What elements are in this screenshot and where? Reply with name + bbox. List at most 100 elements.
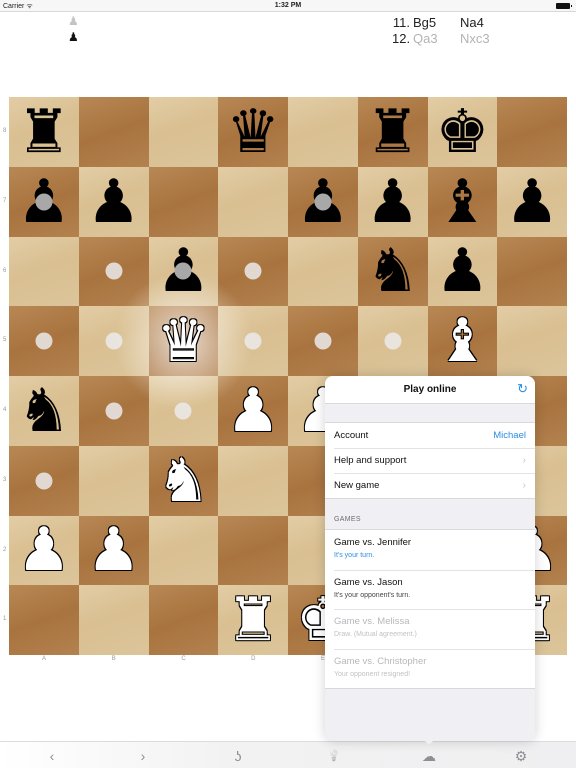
square-f6[interactable]: ♞ — [357, 236, 428, 307]
square-b2[interactable]: ♟ — [78, 515, 149, 586]
move-hint-dot[interactable] — [384, 332, 402, 350]
settings-gear-icon[interactable]: ⚙ — [509, 746, 533, 766]
square-c7[interactable] — [148, 166, 219, 237]
white-rook-icon[interactable]: ♜ — [226, 590, 280, 650]
square-d1[interactable]: ♜ — [218, 585, 288, 655]
black-pawn-icon[interactable]: ♟ — [366, 172, 420, 232]
square-c2[interactable] — [148, 515, 219, 586]
square-c1[interactable] — [148, 585, 219, 655]
square-e8[interactable] — [288, 97, 358, 167]
black-rook-icon[interactable]: ♜ — [17, 102, 71, 162]
square-e5[interactable] — [288, 306, 358, 376]
square-d5[interactable] — [218, 306, 288, 376]
square-c3[interactable]: ♞ — [148, 445, 219, 516]
black-pawn-icon[interactable]: ♟ — [435, 241, 489, 301]
move-hint-dot[interactable] — [314, 332, 332, 350]
white-pawn-icon[interactable]: ♟ — [87, 520, 141, 580]
square-b6[interactable] — [78, 236, 149, 307]
refresh-icon[interactable]: ↻ — [517, 382, 528, 396]
square-a2[interactable]: ♟ — [9, 515, 79, 586]
square-a5[interactable] — [9, 306, 79, 376]
move-hint-dot[interactable] — [314, 193, 332, 211]
black-king-icon[interactable]: ♚ — [435, 102, 489, 162]
square-a4[interactable]: ♞ — [9, 376, 79, 446]
square-b7[interactable]: ♟ — [78, 166, 149, 237]
square-d3[interactable] — [218, 445, 288, 516]
move-hint-dot[interactable] — [105, 262, 123, 280]
forward-icon[interactable]: › — [131, 746, 155, 766]
game-row-jason[interactable]: Game vs. Jason It's your opponent's turn… — [325, 569, 535, 610]
back-icon[interactable]: ‹ — [40, 746, 64, 766]
square-c8[interactable] — [148, 97, 219, 167]
move-hint-dot[interactable] — [244, 262, 262, 280]
account-row[interactable]: Account Michael — [325, 423, 535, 448]
square-a3[interactable] — [9, 445, 79, 516]
square-b1[interactable] — [78, 585, 149, 655]
square-d6[interactable] — [218, 236, 288, 307]
square-b3[interactable] — [78, 445, 149, 516]
move-hint-dot[interactable] — [174, 402, 192, 420]
white-knight-icon[interactable]: ♞ — [156, 451, 210, 511]
square-c6[interactable]: ♟ — [148, 236, 219, 307]
square-d4[interactable]: ♟ — [218, 376, 288, 446]
square-f7[interactable]: ♟ — [357, 166, 428, 237]
black-rook-icon[interactable]: ♜ — [366, 102, 420, 162]
move-hint-dot[interactable] — [35, 332, 53, 350]
square-c5[interactable]: ♛ — [108, 266, 258, 416]
square-b8[interactable] — [78, 97, 149, 167]
square-h7[interactable]: ♟ — [497, 166, 567, 237]
black-pawn-icon[interactable]: ♟ — [505, 172, 559, 232]
square-e6[interactable] — [288, 236, 358, 307]
move-hint-dot[interactable] — [105, 332, 123, 350]
move-row[interactable]: 12. Qa3 Nxc3 — [392, 31, 510, 47]
lightbulb-icon[interactable]: 💡 — [322, 746, 346, 766]
white-bishop-icon[interactable]: ♝ — [435, 311, 489, 371]
square-a8[interactable]: ♜ — [9, 97, 79, 167]
white-pawn-icon[interactable]: ♟ — [17, 520, 71, 580]
square-h5[interactable] — [497, 306, 567, 376]
square-g6[interactable]: ♟ — [427, 236, 498, 307]
move-hint-dot[interactable] — [35, 193, 53, 211]
move-row[interactable]: 11. Bg5 Na4 — [392, 15, 510, 31]
white-queen-icon[interactable]: ♛ — [156, 311, 210, 371]
square-g5[interactable]: ♝ — [427, 306, 498, 376]
move-hint-dot[interactable] — [174, 262, 192, 280]
black-bishop-icon[interactable]: ♝ — [435, 172, 489, 232]
square-h8[interactable] — [497, 97, 567, 167]
square-h6[interactable] — [497, 236, 567, 307]
game-row-jennifer[interactable]: Game vs. Jennifer It's your turn. — [325, 530, 535, 570]
game-row-christopher[interactable]: Game vs. Christopher Your opponent resig… — [325, 648, 535, 689]
move-hint-dot[interactable] — [105, 402, 123, 420]
move-hint-dot[interactable] — [35, 472, 53, 490]
game-row-melissa[interactable]: Game vs. Melissa Draw. (Mutual agreement… — [325, 609, 535, 649]
rank-label: 3 — [3, 476, 7, 483]
square-b4[interactable] — [78, 376, 149, 446]
square-a6[interactable] — [9, 236, 79, 307]
white-pawn-icon[interactable]: ♟ — [226, 381, 280, 441]
square-a1[interactable] — [9, 585, 79, 655]
rank-label: 1 — [3, 616, 7, 623]
account-label: Account — [334, 430, 369, 441]
square-g8[interactable]: ♚ — [427, 97, 498, 167]
square-a7[interactable]: ♟ — [9, 166, 79, 237]
square-e7[interactable]: ♟ — [288, 166, 358, 237]
black-pawn-icon[interactable]: ♟ — [87, 172, 141, 232]
cloud-icon[interactable]: ☁ — [417, 746, 441, 766]
black-queen-icon[interactable]: ♛ — [226, 102, 280, 162]
square-f8[interactable]: ♜ — [357, 97, 428, 167]
square-f5[interactable] — [357, 306, 428, 376]
square-b5[interactable] — [78, 306, 149, 376]
new-game-row[interactable]: New game › — [325, 473, 535, 498]
black-knight-icon[interactable]: ♞ — [366, 241, 420, 301]
games-section-header: GAMES — [334, 516, 361, 523]
square-c4[interactable] — [148, 376, 219, 446]
move-hint-dot[interactable] — [244, 332, 262, 350]
square-d8[interactable]: ♛ — [218, 97, 288, 167]
black-knight-icon[interactable]: ♞ — [17, 381, 71, 441]
game-title: Game vs. Jason — [334, 576, 403, 588]
square-d7[interactable] — [218, 166, 288, 237]
square-g7[interactable]: ♝ — [427, 166, 498, 237]
ear-icon[interactable]: ʖ — [226, 746, 250, 766]
help-and-support-row[interactable]: Help and support › — [325, 448, 535, 473]
square-d2[interactable] — [218, 515, 288, 586]
